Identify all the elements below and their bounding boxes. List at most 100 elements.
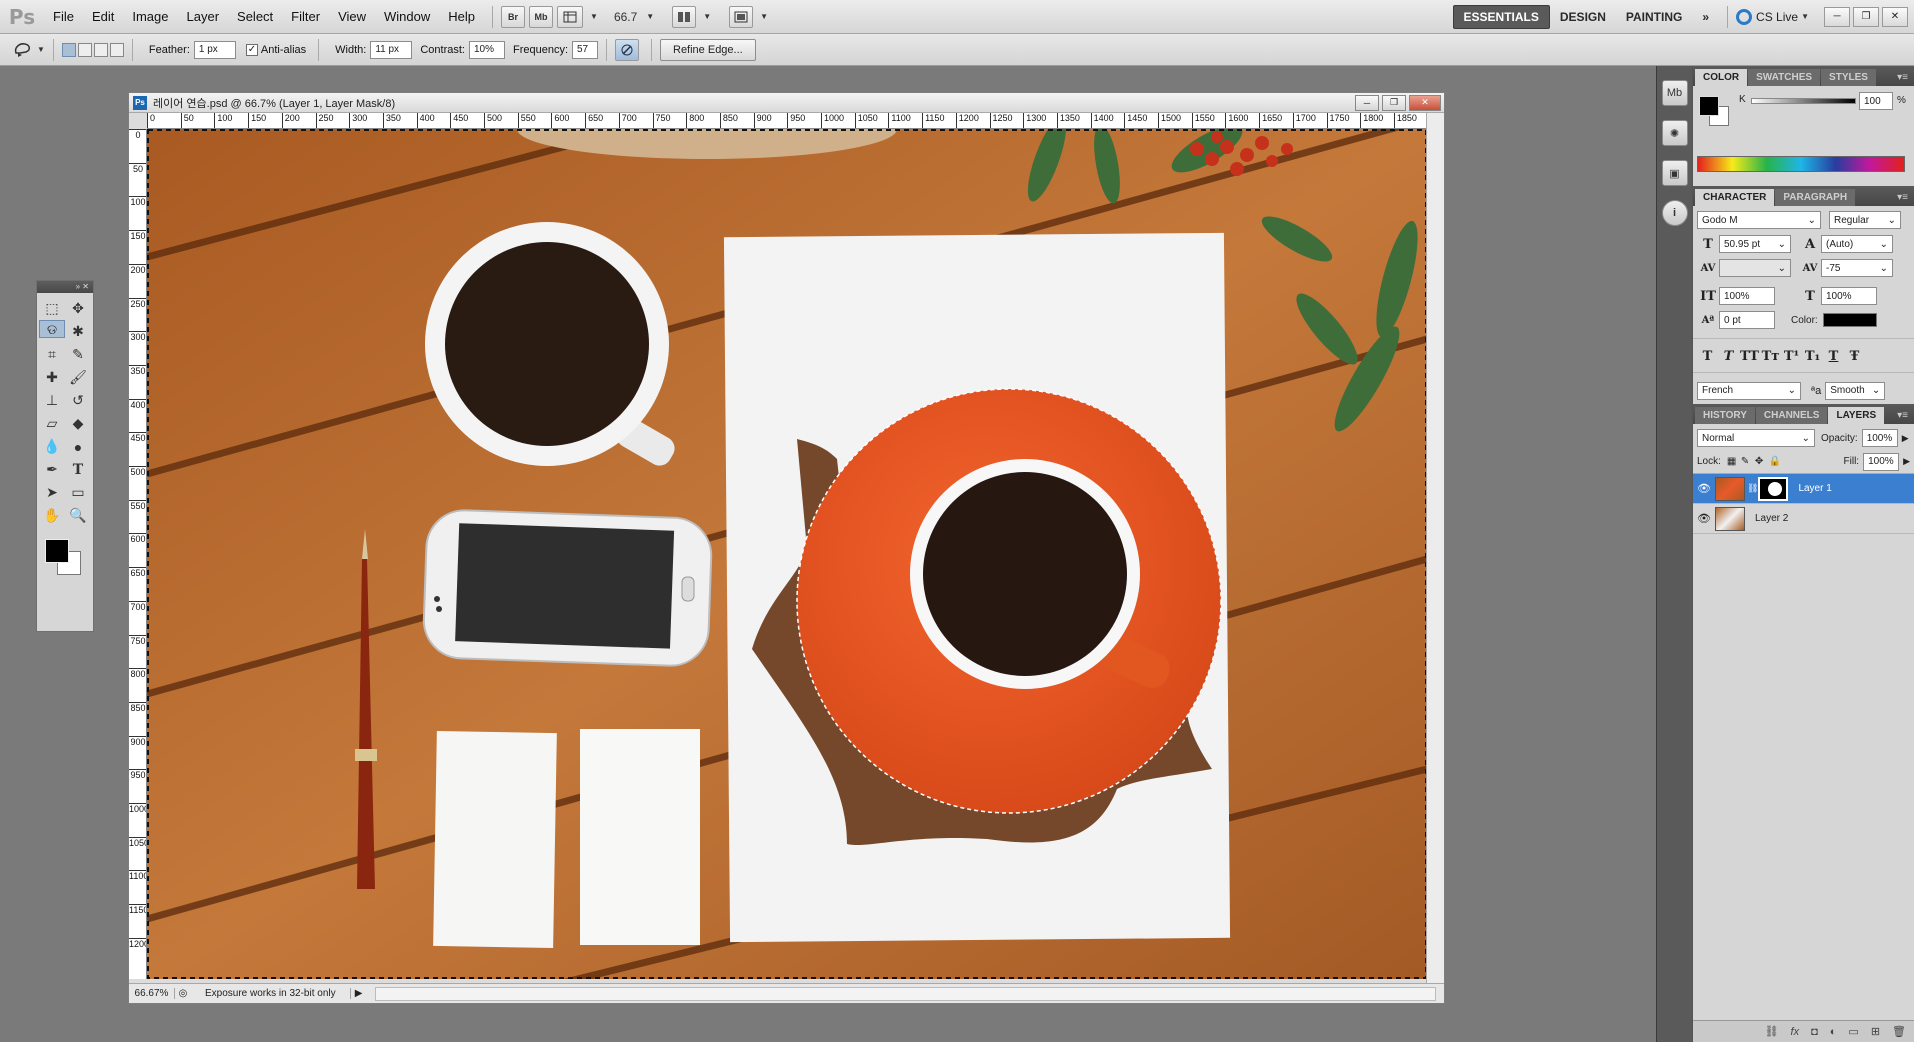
- panel-menu-icon[interactable]: ▾≡: [1897, 407, 1914, 424]
- chevron-down-icon[interactable]: ▼: [703, 12, 711, 21]
- font-size-input[interactable]: 50.95 pt ⌄: [1719, 235, 1791, 253]
- selection-mode-intersect[interactable]: [109, 42, 124, 57]
- doc-minimize-button[interactable]: ─: [1355, 94, 1379, 111]
- pen-tool-icon[interactable]: ✒: [39, 458, 65, 481]
- image-canvas[interactable]: [147, 129, 1427, 979]
- chevron-down-icon[interactable]: ▼: [760, 12, 768, 21]
- feather-input[interactable]: 1 px: [193, 40, 236, 59]
- add-mask-icon[interactable]: ◘: [1811, 1026, 1818, 1038]
- workspace-essentials[interactable]: ESSENTIALS: [1452, 4, 1550, 29]
- selection-mode-new[interactable]: [61, 42, 76, 57]
- chevron-down-icon[interactable]: ▼: [37, 45, 45, 54]
- vertical-ruler[interactable]: 0 50 100 150 200 250 300 350 400 450 500 550 600 650 7…: [129, 129, 147, 979]
- color-swatches[interactable]: [37, 531, 93, 575]
- kerning-input[interactable]: ⌄: [1719, 259, 1791, 277]
- lock-position-icon[interactable]: ✥: [1755, 456, 1769, 467]
- leading-input[interactable]: (Auto) ⌄: [1821, 235, 1893, 253]
- menu-view[interactable]: View: [329, 9, 375, 24]
- color-channel-slider[interactable]: [1751, 98, 1856, 104]
- status-info[interactable]: Exposure works in 32-bit only: [191, 988, 351, 999]
- fill-slider-arrow-icon[interactable]: ▶: [1903, 456, 1910, 467]
- workspace-painting[interactable]: PAINTING: [1616, 5, 1692, 29]
- faux-bold-button[interactable]: T: [1697, 349, 1718, 364]
- faux-italic-button[interactable]: T: [1718, 349, 1739, 364]
- color-spectrum-ramp[interactable]: [1697, 156, 1905, 172]
- tab-history[interactable]: HISTORY: [1695, 407, 1755, 424]
- zoom-level[interactable]: 66.7: [598, 10, 643, 24]
- history-brush-icon[interactable]: ↺: [65, 389, 91, 412]
- launch-mini-bridge-button[interactable]: Mb: [529, 5, 554, 28]
- menu-layer[interactable]: Layer: [178, 9, 229, 24]
- tab-styles[interactable]: STYLES: [1821, 69, 1876, 86]
- layer-row[interactable]: 👁 Layer 2: [1693, 504, 1914, 534]
- opacity-input[interactable]: 100%: [1861, 429, 1898, 447]
- tab-color[interactable]: COLOR: [1695, 69, 1748, 86]
- status-menu-arrow-icon[interactable]: ▶: [351, 988, 367, 999]
- doc-maximize-button[interactable]: ❐: [1382, 94, 1406, 111]
- rectangle-tool-icon[interactable]: ▭: [65, 481, 91, 504]
- vertical-scale-input[interactable]: 100%: [1719, 287, 1775, 305]
- paint-bucket-icon[interactable]: ◆: [65, 412, 91, 435]
- doc-close-button[interactable]: ✕: [1409, 94, 1441, 111]
- horizontal-scale-input[interactable]: 100%: [1821, 287, 1877, 305]
- cs-live-button[interactable]: CS Live: [1756, 10, 1798, 24]
- layer-style-icon[interactable]: fx: [1791, 1026, 1800, 1038]
- fill-input[interactable]: 100%: [1863, 452, 1900, 471]
- new-group-icon[interactable]: ▭: [1848, 1025, 1858, 1038]
- brush-tool-icon[interactable]: 🖌: [65, 366, 91, 389]
- layer-thumbnail[interactable]: [1715, 476, 1745, 501]
- lock-transparent-icon[interactable]: ▦: [1727, 456, 1741, 467]
- arrange-documents-button[interactable]: [672, 5, 697, 28]
- lock-image-icon[interactable]: ✎: [1741, 456, 1755, 467]
- all-caps-button[interactable]: TT: [1739, 349, 1760, 364]
- horizontal-scrollbar[interactable]: [374, 986, 1436, 1001]
- status-zoom[interactable]: 66.67%: [129, 988, 175, 999]
- color-value-input[interactable]: 100: [1859, 92, 1893, 110]
- eye-icon[interactable]: 👁: [1693, 512, 1715, 525]
- panel-menu-icon[interactable]: ▾≡: [1897, 69, 1914, 86]
- tools-panel-header[interactable]: » ✕: [37, 281, 93, 293]
- tab-layers[interactable]: LAYERS: [1828, 407, 1885, 424]
- tab-swatches[interactable]: SWATCHES: [1748, 69, 1821, 86]
- crop-tool-icon[interactable]: ⌗: [39, 343, 65, 366]
- language-select[interactable]: French ⌄: [1697, 381, 1801, 400]
- menu-window[interactable]: Window: [375, 9, 439, 24]
- clone-stamp-icon[interactable]: ⊥: [39, 389, 65, 412]
- panel-menu-icon[interactable]: ▾≡: [1897, 189, 1914, 206]
- eyedropper-icon[interactable]: ✎: [65, 343, 91, 366]
- adjustments-icon[interactable]: ✺: [1661, 120, 1688, 146]
- tool-preset-picker[interactable]: ▼: [12, 41, 45, 59]
- blend-mode-select[interactable]: Normal ⌄: [1697, 429, 1815, 447]
- healing-brush-icon[interactable]: ✚: [39, 366, 65, 389]
- workspace-design[interactable]: DESIGN: [1550, 5, 1616, 29]
- tab-channels[interactable]: CHANNELS: [1755, 407, 1828, 424]
- info-icon[interactable]: i: [1661, 200, 1688, 226]
- width-input[interactable]: 11 px: [370, 40, 413, 59]
- mini-bridge-icon[interactable]: Mb: [1661, 80, 1688, 106]
- eraser-icon[interactable]: ▱: [39, 412, 65, 435]
- color-fg-swatch[interactable]: [1699, 96, 1719, 116]
- baseline-shift-input[interactable]: 0 pt: [1719, 311, 1775, 329]
- link-layers-icon[interactable]: ⛓: [1765, 1025, 1779, 1038]
- zoom-tool-icon[interactable]: 🔍: [65, 504, 91, 527]
- refine-edge-button[interactable]: Refine Edge...: [660, 38, 756, 61]
- rectangular-marquee-icon[interactable]: ⬚: [39, 297, 65, 320]
- navigator-icon[interactable]: ▣: [1661, 160, 1688, 186]
- eye-icon[interactable]: 👁: [1693, 482, 1715, 495]
- layer-thumbnail[interactable]: [1715, 506, 1745, 531]
- status-icon[interactable]: ◎: [175, 988, 191, 999]
- font-style-select[interactable]: Regular ⌄: [1829, 211, 1901, 229]
- tab-paragraph[interactable]: PARAGRAPH: [1775, 189, 1856, 206]
- chevron-down-icon[interactable]: ▼: [646, 12, 654, 21]
- font-family-select[interactable]: Godo M ⌄: [1697, 211, 1821, 229]
- blur-tool-icon[interactable]: 💧: [39, 435, 65, 458]
- delete-layer-icon[interactable]: 🗑: [1892, 1025, 1906, 1038]
- layer-mask-thumbnail[interactable]: [1758, 476, 1789, 501]
- superscript-button[interactable]: T¹: [1781, 349, 1802, 364]
- foreground-color-swatch[interactable]: [45, 539, 69, 563]
- horizontal-ruler[interactable]: 0 50 100 150 200 250 300 350 400 450 500 550 600 650 7…: [147, 113, 1427, 129]
- opacity-slider-arrow-icon[interactable]: ▶: [1902, 433, 1909, 444]
- move-tool-icon[interactable]: ✥: [65, 297, 91, 320]
- lock-all-icon[interactable]: 🔒: [1769, 456, 1783, 467]
- menu-filter[interactable]: Filter: [282, 9, 329, 24]
